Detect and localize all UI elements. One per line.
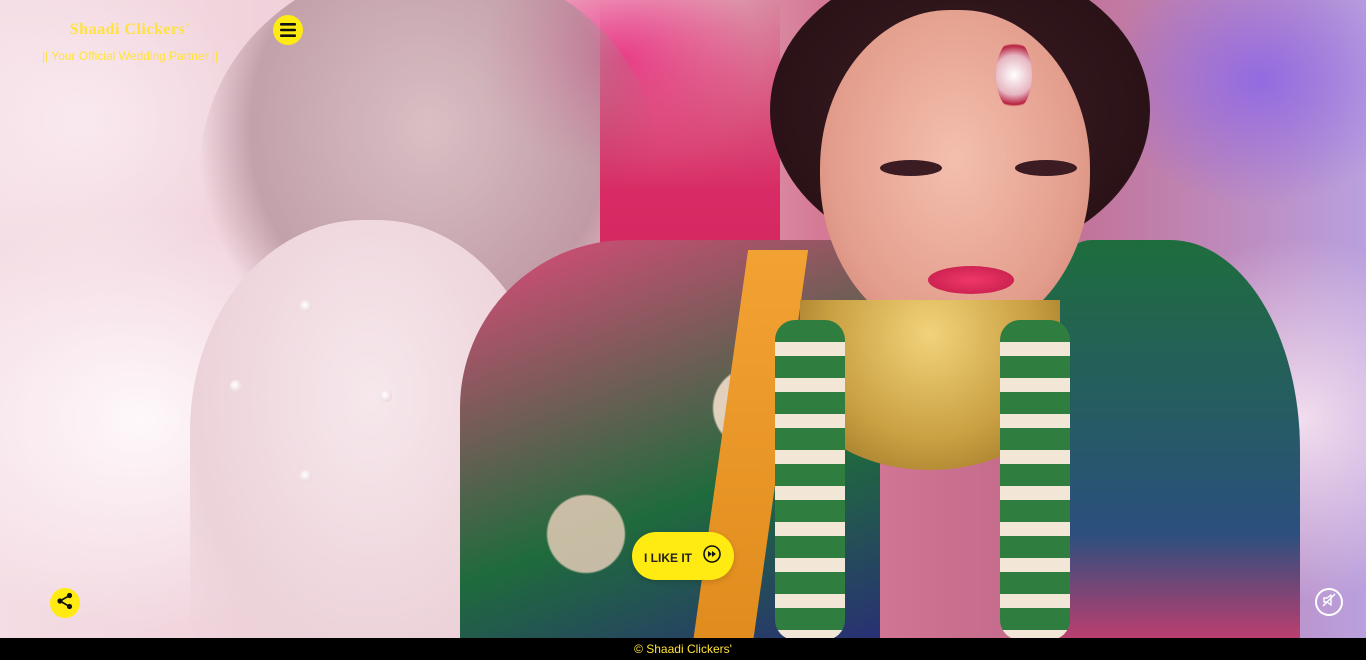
footer-copyright: © Shaadi Clickers' (634, 642, 732, 656)
pearl-necklace-strand (1000, 320, 1070, 638)
bride-eye-right (1015, 160, 1077, 176)
fast-forward-circle-icon (702, 544, 722, 569)
maang-tikka (996, 40, 1032, 110)
embroidered-blouse-right (1040, 240, 1300, 638)
cushion-button (300, 300, 312, 312)
menu-button[interactable] (273, 15, 303, 45)
mute-audio-button[interactable] (1315, 588, 1343, 616)
site-tagline: || Your Official Wedding Partner || (41, 49, 219, 63)
cushion-button (380, 390, 392, 402)
share-icon (56, 592, 74, 615)
bride-eye-left (880, 160, 942, 176)
site-logo-title[interactable]: Shaadi Clickers' (0, 21, 260, 39)
pearl-necklace-strand (775, 320, 845, 638)
cushion-button (230, 380, 242, 392)
hamburger-menu-icon (280, 23, 296, 37)
site-footer: © Shaadi Clickers' (0, 638, 1366, 657)
i-like-it-button[interactable]: I LIKE IT (632, 532, 734, 580)
cushion-button (300, 470, 312, 482)
share-button[interactable] (50, 588, 80, 618)
bride-lips (928, 266, 1014, 294)
like-button-label: I LIKE IT (644, 551, 692, 565)
mute-sound-icon (1321, 592, 1337, 613)
